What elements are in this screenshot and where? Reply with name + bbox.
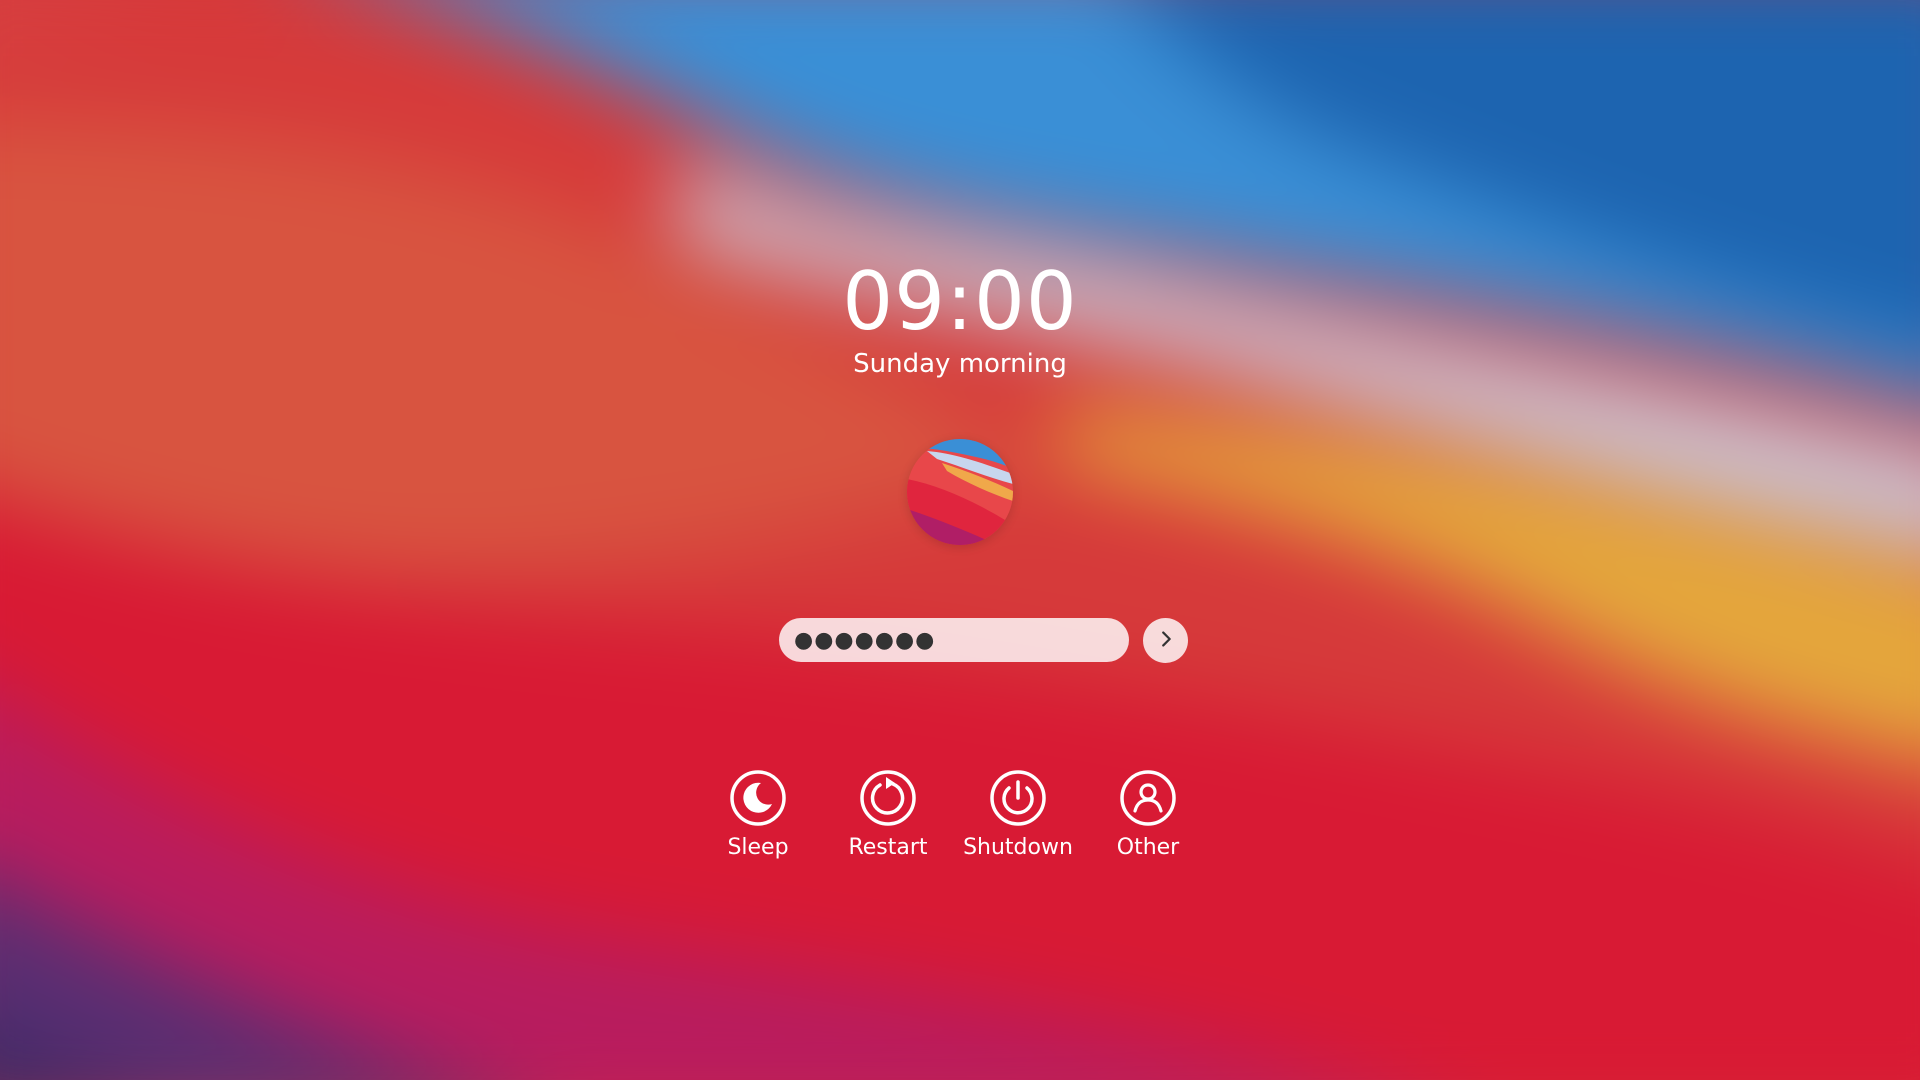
other-user-button[interactable]: Other (1078, 768, 1218, 862)
submit-password-button[interactable] (1143, 618, 1188, 663)
shutdown-button[interactable]: Shutdown (948, 768, 1088, 862)
chevron-right-icon (1155, 628, 1177, 654)
password-field[interactable]: ●●●●●●● (779, 618, 1129, 662)
power-icon (988, 768, 1048, 828)
clock-time: 09:00 (842, 255, 1078, 348)
restart-label: Restart (848, 835, 928, 860)
restart-button[interactable]: Restart (818, 768, 958, 862)
greeting-text: Sunday morning (853, 349, 1067, 379)
user-avatar[interactable] (907, 439, 1013, 545)
other-label: Other (1116, 835, 1180, 860)
moon-icon (728, 768, 788, 828)
user-icon (1118, 768, 1178, 828)
sleep-button[interactable]: Sleep (688, 768, 828, 862)
restart-icon (858, 768, 918, 828)
sleep-label: Sleep (727, 835, 789, 860)
shutdown-label: Shutdown (963, 835, 1073, 860)
lock-screen: 09:00 Sunday morning ●●●●●●● Sleep Resta… (0, 0, 1920, 1080)
password-masked-value: ●●●●●●● (794, 627, 936, 653)
